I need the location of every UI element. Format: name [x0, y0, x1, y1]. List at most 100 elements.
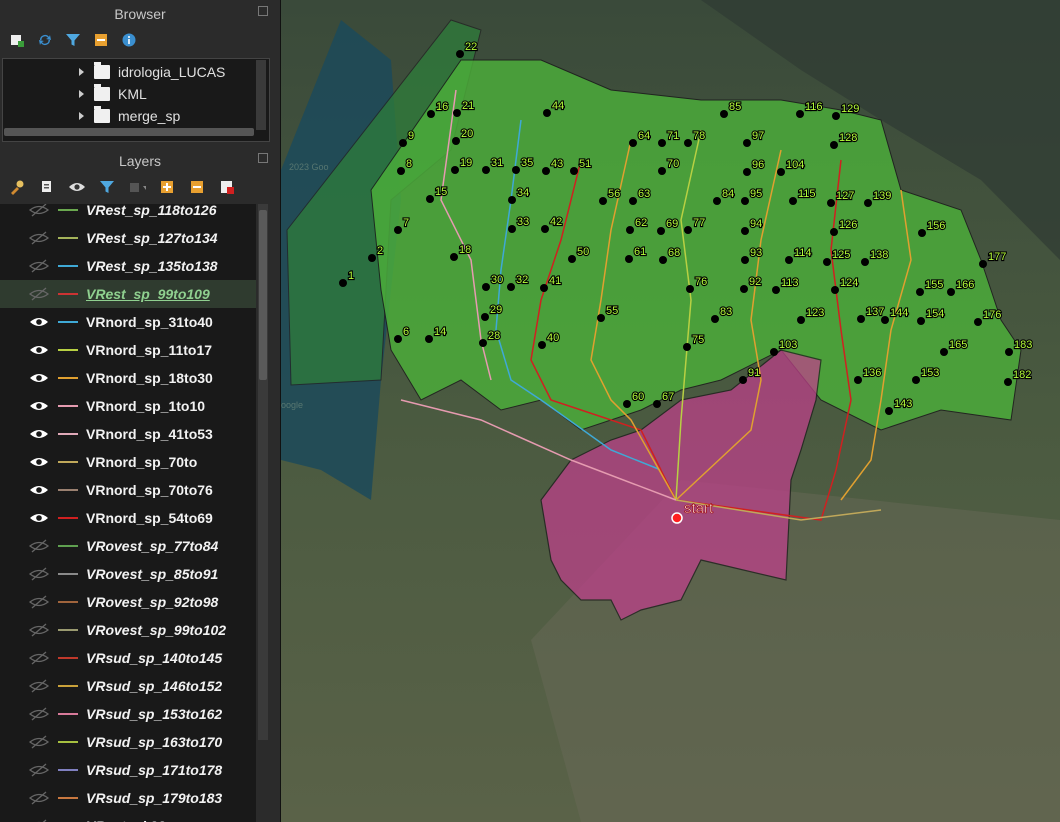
stop-point[interactable]	[979, 260, 987, 268]
filter-legend-icon[interactable]	[98, 178, 116, 196]
filter-by-expression-icon[interactable]	[128, 178, 146, 196]
stop-point[interactable]	[740, 285, 748, 293]
stop-point[interactable]	[686, 285, 694, 293]
stop-point[interactable]	[658, 167, 666, 175]
stop-point[interactable]	[770, 348, 778, 356]
layer-row[interactable]: VRsud_sp_171to178	[0, 756, 256, 784]
stop-point[interactable]	[368, 254, 376, 262]
stop-point[interactable]	[854, 376, 862, 384]
stop-point[interactable]	[1004, 378, 1012, 386]
stop-point[interactable]	[541, 225, 549, 233]
stop-point[interactable]	[450, 253, 458, 261]
stop-point[interactable]	[1005, 348, 1013, 356]
stop-point[interactable]	[625, 255, 633, 263]
stop-point[interactable]	[339, 279, 347, 287]
layer-row[interactable]: VRovest_sp_85to91	[0, 560, 256, 588]
layer-row[interactable]: VRest_sp_99to109	[0, 280, 256, 308]
stop-point[interactable]	[481, 313, 489, 321]
layer-row[interactable]: VRnord_sp_70to	[0, 448, 256, 476]
layer-row[interactable]: VRsud_sp_153to162	[0, 700, 256, 728]
stop-point[interactable]	[823, 258, 831, 266]
expand-arrow-icon[interactable]	[79, 90, 84, 98]
stop-point[interactable]	[453, 109, 461, 117]
stop-point[interactable]	[739, 376, 747, 384]
stop-point[interactable]	[743, 139, 751, 147]
hidden-eye-icon[interactable]	[28, 227, 50, 249]
stop-point[interactable]	[425, 335, 433, 343]
tree-item-idrologia[interactable]: idrologia_LUCAS	[3, 61, 269, 83]
hidden-eye-icon[interactable]	[28, 787, 50, 809]
stop-point[interactable]	[653, 400, 661, 408]
stop-point[interactable]	[830, 228, 838, 236]
layer-row[interactable]: VRnord_sp_70to76	[0, 476, 256, 504]
map-canvas[interactable]: start 2023 Goo oogle 1267891415161819202…	[281, 0, 1060, 822]
stop-point[interactable]	[538, 341, 546, 349]
layer-row[interactable]: VRovest_sp_99to102	[0, 616, 256, 644]
refresh-icon[interactable]	[36, 31, 54, 49]
info-icon[interactable]	[120, 31, 138, 49]
browser-vertical-scrollbar[interactable]	[256, 60, 266, 130]
stop-point[interactable]	[861, 258, 869, 266]
stop-point[interactable]	[741, 256, 749, 264]
stop-point[interactable]	[568, 255, 576, 263]
stop-point[interactable]	[540, 284, 548, 292]
stop-point[interactable]	[629, 139, 637, 147]
stop-point[interactable]	[777, 168, 785, 176]
stop-point[interactable]	[940, 348, 948, 356]
stop-point[interactable]	[916, 288, 924, 296]
layer-row[interactable]: VRest_pl 22	[0, 812, 256, 822]
stop-point[interactable]	[512, 166, 520, 174]
stop-point[interactable]	[713, 197, 721, 205]
expand-arrow-icon[interactable]	[79, 68, 84, 76]
expand-all-icon[interactable]	[158, 178, 176, 196]
layer-row[interactable]: VRsud_sp_146to152	[0, 672, 256, 700]
hidden-eye-icon[interactable]	[28, 563, 50, 585]
stop-point[interactable]	[479, 339, 487, 347]
stop-point[interactable]	[597, 314, 605, 322]
hidden-eye-icon[interactable]	[28, 204, 50, 221]
layer-row[interactable]: VRnord_sp_54to69	[0, 504, 256, 532]
stop-point[interactable]	[426, 195, 434, 203]
stop-point[interactable]	[797, 316, 805, 324]
expand-arrow-icon[interactable]	[79, 112, 84, 120]
stop-point[interactable]	[864, 199, 872, 207]
layer-row[interactable]: VRest_sp_118to126	[0, 204, 256, 224]
hidden-eye-icon[interactable]	[28, 535, 50, 557]
hidden-eye-icon[interactable]	[28, 731, 50, 753]
stop-point[interactable]	[785, 256, 793, 264]
layer-row[interactable]: VRovest_sp_77to84	[0, 532, 256, 560]
layer-row[interactable]: VRest_sp_127to134	[0, 224, 256, 252]
layer-row[interactable]: VRsud_sp_140to145	[0, 644, 256, 672]
stop-point[interactable]	[543, 109, 551, 117]
stop-point[interactable]	[917, 317, 925, 325]
stop-point[interactable]	[974, 318, 982, 326]
visibility-eye-icon[interactable]	[28, 479, 50, 501]
hidden-eye-icon[interactable]	[28, 591, 50, 613]
hidden-eye-icon[interactable]	[28, 283, 50, 305]
layer-row[interactable]: VRovest_sp_92to98	[0, 588, 256, 616]
layer-row[interactable]: VRnord_sp_31to40	[0, 308, 256, 336]
stop-point[interactable]	[394, 226, 402, 234]
stop-point[interactable]	[657, 227, 665, 235]
layer-row[interactable]: VRnord_sp_1to10	[0, 392, 256, 420]
layers-panel-close-icon[interactable]	[258, 153, 268, 163]
browser-panel-close-icon[interactable]	[258, 6, 268, 16]
stop-point[interactable]	[912, 376, 920, 384]
stop-point[interactable]	[482, 166, 490, 174]
stop-point[interactable]	[427, 110, 435, 118]
stop-point[interactable]	[482, 283, 490, 291]
hidden-eye-icon[interactable]	[28, 647, 50, 669]
stop-point[interactable]	[399, 139, 407, 147]
stop-point[interactable]	[451, 166, 459, 174]
stop-point[interactable]	[741, 227, 749, 235]
layer-row[interactable]: VRnord_sp_41to53	[0, 420, 256, 448]
collapse-all-layers-icon[interactable]	[188, 178, 206, 196]
hidden-eye-icon[interactable]	[28, 703, 50, 725]
stop-point[interactable]	[743, 168, 751, 176]
tree-item-kml[interactable]: KML	[3, 83, 269, 105]
stop-point[interactable]	[832, 112, 840, 120]
layer-row[interactable]: VRsud_sp_163to170	[0, 728, 256, 756]
stop-point[interactable]	[570, 167, 578, 175]
stop-point[interactable]	[394, 335, 402, 343]
stop-point[interactable]	[599, 197, 607, 205]
